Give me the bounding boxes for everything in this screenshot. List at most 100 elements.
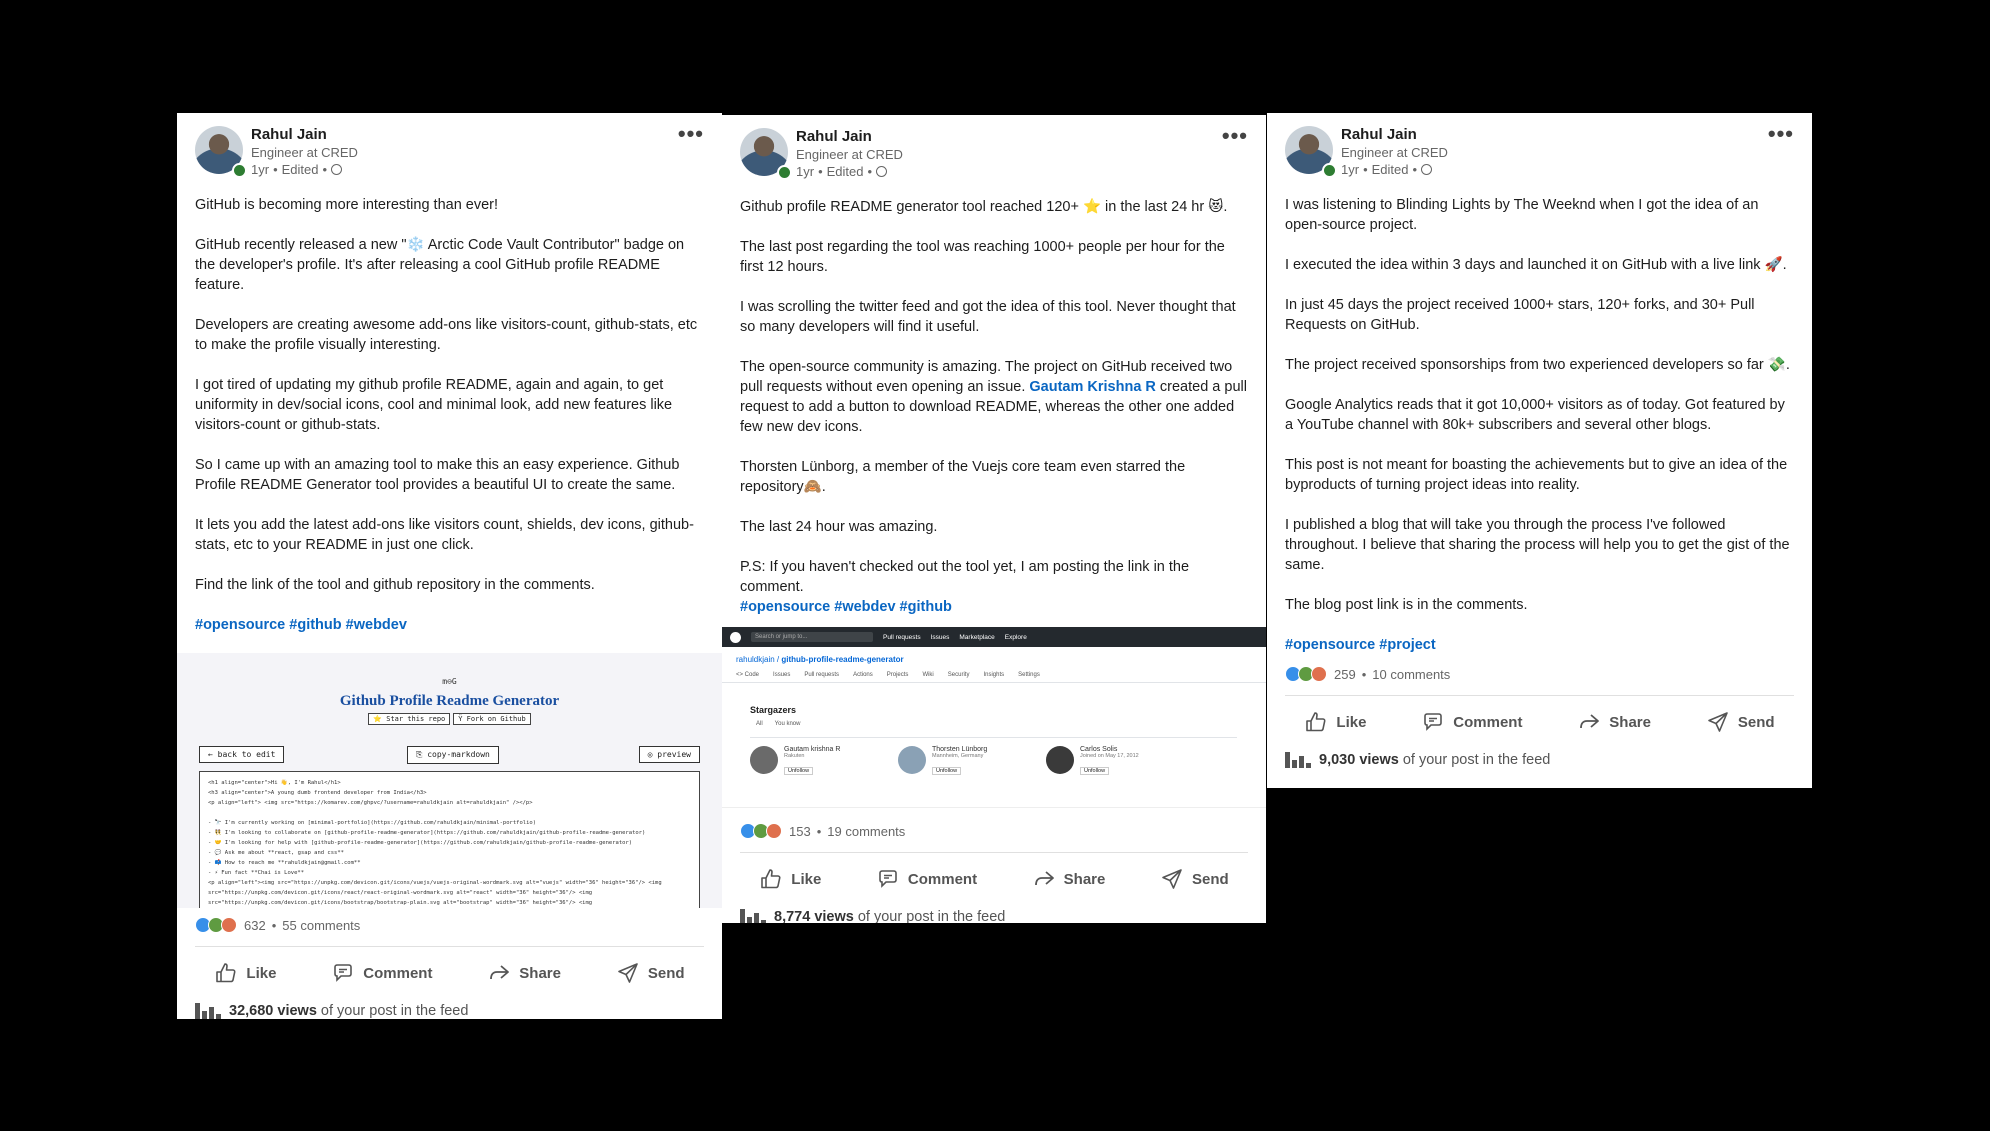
share-icon (1034, 871, 1054, 886)
love-reaction-icon (221, 917, 237, 933)
globe-icon (876, 166, 888, 177)
paragraph: The project received sponsorships from t… (1285, 357, 1790, 373)
share-button[interactable]: Share (487, 961, 561, 985)
online-status-icon (232, 163, 247, 178)
paragraph: GitHub is becoming more interesting than… (195, 197, 499, 213)
post-card-3: Rahul Jain Engineer at CRED 1yr • Edited • … (1267, 113, 1812, 788)
post-time: 1yr (251, 162, 270, 177)
stargazer-item: Carlos Solis Joined on May 17, 2012 Unfoll… (1046, 746, 1176, 777)
share-button[interactable]: Share (1032, 867, 1105, 891)
analytics-icon (195, 1003, 221, 1019)
thumbs-up-icon (216, 963, 236, 983)
comment-count[interactable]: 10 comments (1372, 667, 1450, 682)
reactions-bar[interactable]: 153 • 19 comments (722, 820, 1266, 842)
star-repo-button: ⭐ Star this repo (368, 713, 451, 725)
hashtags[interactable]: #opensource #project (1285, 635, 1794, 655)
comment-icon (334, 964, 353, 982)
paragraph: Github profile README generator tool rea… (740, 199, 1228, 215)
paragraph: The open-source community is amazing. Th… (740, 359, 1247, 435)
hashtags[interactable]: #opensource #webdev #github (740, 597, 1248, 617)
readme-generator-screenshot[interactable]: m⊖G Github Profile Readme Generator ⭐ St… (177, 653, 722, 908)
paragraph: It lets you add the latest add-ons like … (195, 517, 694, 553)
send-button[interactable]: Send (1706, 710, 1775, 734)
author-name[interactable]: Rahul Jain (1341, 126, 1448, 144)
paragraph: Find the link of the tool and github rep… (195, 577, 595, 593)
send-button[interactable]: Send (1160, 867, 1229, 891)
analytics-icon (740, 909, 766, 923)
reaction-count[interactable]: 153 (789, 824, 811, 839)
comment-button[interactable]: Comment (1421, 710, 1522, 734)
comment-button[interactable]: Comment (331, 961, 432, 985)
send-button[interactable]: Send (616, 961, 685, 985)
views-summary[interactable]: 9,030 views of your post in the feed (1267, 748, 1812, 772)
author-headline: Engineer at CRED (796, 147, 903, 162)
comment-icon (1424, 713, 1443, 731)
fork-repo-button: Ÿ Fork on Github (453, 713, 531, 725)
reaction-count[interactable]: 632 (244, 918, 266, 933)
copy-markdown-button: ⎘ copy-markdown (407, 746, 499, 764)
post-header: Rahul Jain Engineer at CRED 1yr • Edited • … (722, 115, 1266, 191)
post-header: Rahul Jain Engineer at CRED 1yr • Edited • … (1267, 113, 1812, 189)
github-logo-icon (730, 631, 741, 643)
post-text: GitHub is becoming more interesting than… (177, 189, 722, 635)
online-status-icon (777, 165, 792, 180)
more-options-icon[interactable]: ••• (1222, 125, 1248, 147)
author-name[interactable]: Rahul Jain (796, 128, 903, 146)
paragraph: I executed the idea within 3 days and la… (1285, 257, 1787, 273)
author-name[interactable]: Rahul Jain (251, 126, 358, 144)
views-count: 8,774 views (774, 909, 854, 923)
comment-icon (879, 870, 897, 888)
post-card-2: Rahul Jain Engineer at CRED 1yr • Edited • … (722, 115, 1266, 923)
views-summary[interactable]: 8,774 views of your post in the feed (722, 905, 1266, 923)
paragraph: I was listening to Blinding Lights by Th… (1285, 197, 1759, 233)
more-options-icon[interactable]: ••• (1768, 123, 1794, 145)
paragraph: Google Analytics reads that it got 10,00… (1285, 397, 1785, 433)
comment-count[interactable]: 19 comments (827, 824, 905, 839)
reactions-bar[interactable]: 632 • 55 comments (177, 914, 722, 936)
github-stargazers-screenshot[interactable]: Search or jump to... Pull requests Issue… (722, 627, 1266, 808)
globe-icon (331, 164, 343, 175)
views-summary[interactable]: 32,680 views of your post in the feed (177, 999, 722, 1019)
send-icon (1708, 712, 1728, 732)
paragraph: The last post regarding the tool was rea… (740, 239, 1225, 275)
avatar (898, 746, 926, 774)
send-icon (618, 963, 638, 983)
reactions-bar[interactable]: 259 • 10 comments (1267, 663, 1812, 685)
like-button[interactable]: Like (214, 961, 276, 985)
mention-link[interactable]: Gautam Krishna R (1029, 379, 1156, 395)
love-reaction-icon (1311, 666, 1327, 682)
comment-count[interactable]: 55 comments (282, 918, 360, 933)
share-icon (490, 965, 510, 980)
site-logo: m⊖G (442, 677, 457, 686)
paragraph: GitHub recently released a new "❄️ Arcti… (195, 237, 685, 293)
like-button[interactable]: Like (1304, 710, 1366, 734)
post-text: I was listening to Blinding Lights by Th… (1267, 189, 1812, 655)
paragraph: The blog post link is in the comments. (1285, 597, 1528, 613)
paragraph: I was scrolling the twitter feed and got… (740, 299, 1236, 335)
edited-label: Edited (281, 162, 319, 177)
like-button[interactable]: Like (759, 867, 821, 891)
share-button[interactable]: Share (1577, 710, 1651, 734)
thumbs-up-icon (761, 869, 781, 889)
screenshot-title: Github Profile Readme Generator (339, 693, 560, 709)
paragraph: In just 45 days the project received 100… (1285, 297, 1755, 333)
comment-button[interactable]: Comment (876, 867, 977, 891)
paragraph: I got tired of updating my github profil… (195, 377, 673, 433)
paragraph: This post is not meant for boasting the … (1285, 457, 1788, 493)
reaction-count[interactable]: 259 (1334, 667, 1356, 682)
more-options-icon[interactable]: ••• (678, 123, 704, 145)
views-count: 32,680 views (229, 1003, 317, 1019)
hashtags[interactable]: #opensource #github #webdev (195, 615, 704, 635)
paragraph: P.S: If you haven't checked out the tool… (740, 559, 1190, 595)
views-count: 9,030 views (1319, 752, 1399, 768)
paragraph: I published a blog that will take you th… (1285, 517, 1790, 573)
avatar (750, 746, 778, 774)
post-card-1: Rahul Jain Engineer at CRED 1yr • Edited • … (177, 113, 722, 1019)
thumbs-up-icon (1306, 712, 1326, 732)
paragraph: Thorsten Lünborg, a member of the Vuejs … (740, 459, 1186, 495)
share-icon (1580, 714, 1600, 729)
paragraph: The last 24 hour was amazing. (740, 519, 938, 535)
action-bar: Like Comment Share Send (1267, 696, 1812, 748)
repo-path: rahuldkjain / github-profile-readme-gene… (736, 655, 904, 664)
post-header: Rahul Jain Engineer at CRED 1yr • Edited • … (177, 113, 722, 189)
